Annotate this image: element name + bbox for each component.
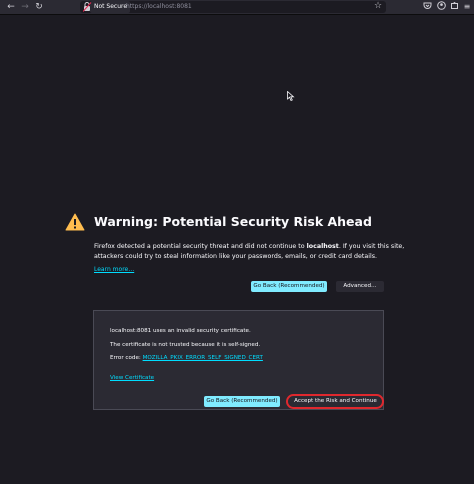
error-code-text: Error code: MOZILLA_PKIX_ERROR_SELF_SIGN… bbox=[110, 354, 263, 363]
reload-button[interactable]: ↻ bbox=[33, 1, 45, 13]
url-text: https://localhost:8081 bbox=[126, 3, 192, 10]
back-button[interactable]: ← bbox=[5, 1, 17, 13]
invalid-cert-text: localhost:8081 uses an invalid security … bbox=[110, 328, 251, 334]
panel-go-back-button[interactable]: Go Back (Recommended) bbox=[204, 396, 280, 407]
error-code-link[interactable]: MOZILLA_PKIX_ERROR_SELF_SIGNED_CERT bbox=[143, 355, 263, 361]
url-bar[interactable]: Not Secure https://localhost:8081 bbox=[80, 1, 386, 13]
account-icon[interactable] bbox=[435, 1, 447, 13]
menu-button[interactable]: ≡ bbox=[461, 1, 473, 13]
mouse-cursor-icon bbox=[287, 91, 295, 101]
not-secure-label: Not Secure bbox=[94, 3, 128, 10]
not-secure-indicator[interactable]: Not Secure bbox=[90, 1, 131, 13]
broken-lock-icon bbox=[83, 2, 92, 12]
reload-icon: ↻ bbox=[35, 2, 43, 12]
forward-arrow-icon: → bbox=[21, 2, 29, 12]
browser-toolbar: ← → ↻ Not Secure https://localhost:8081 … bbox=[0, 0, 474, 15]
highlight-ring bbox=[286, 394, 384, 409]
intro-text: Firefox detected a potential security th… bbox=[94, 242, 414, 262]
hamburger-menu-icon: ≡ bbox=[463, 2, 471, 11]
extensions-icon[interactable] bbox=[448, 1, 460, 13]
self-signed-text: The certificate is not trusted because i… bbox=[110, 342, 261, 348]
bookmark-star-icon[interactable]: ☆ bbox=[374, 0, 382, 12]
error-code-prefix: Error code: bbox=[110, 355, 143, 361]
page-title: Warning: Potential Security Risk Ahead bbox=[94, 214, 372, 229]
back-arrow-icon: ← bbox=[7, 2, 15, 12]
view-certificate-link[interactable]: View Certificate bbox=[110, 374, 154, 383]
warning-triangle-icon bbox=[65, 213, 85, 231]
go-back-button[interactable]: Go Back (Recommended) bbox=[251, 281, 327, 292]
pocket-icon[interactable] bbox=[421, 1, 433, 13]
intro-prefix: Firefox detected a potential security th… bbox=[94, 243, 307, 250]
forward-button[interactable]: → bbox=[19, 1, 31, 13]
intro-host: localhost bbox=[306, 243, 339, 250]
advanced-button[interactable]: Advanced… bbox=[336, 281, 384, 292]
learn-more-link[interactable]: Learn more… bbox=[94, 265, 134, 274]
